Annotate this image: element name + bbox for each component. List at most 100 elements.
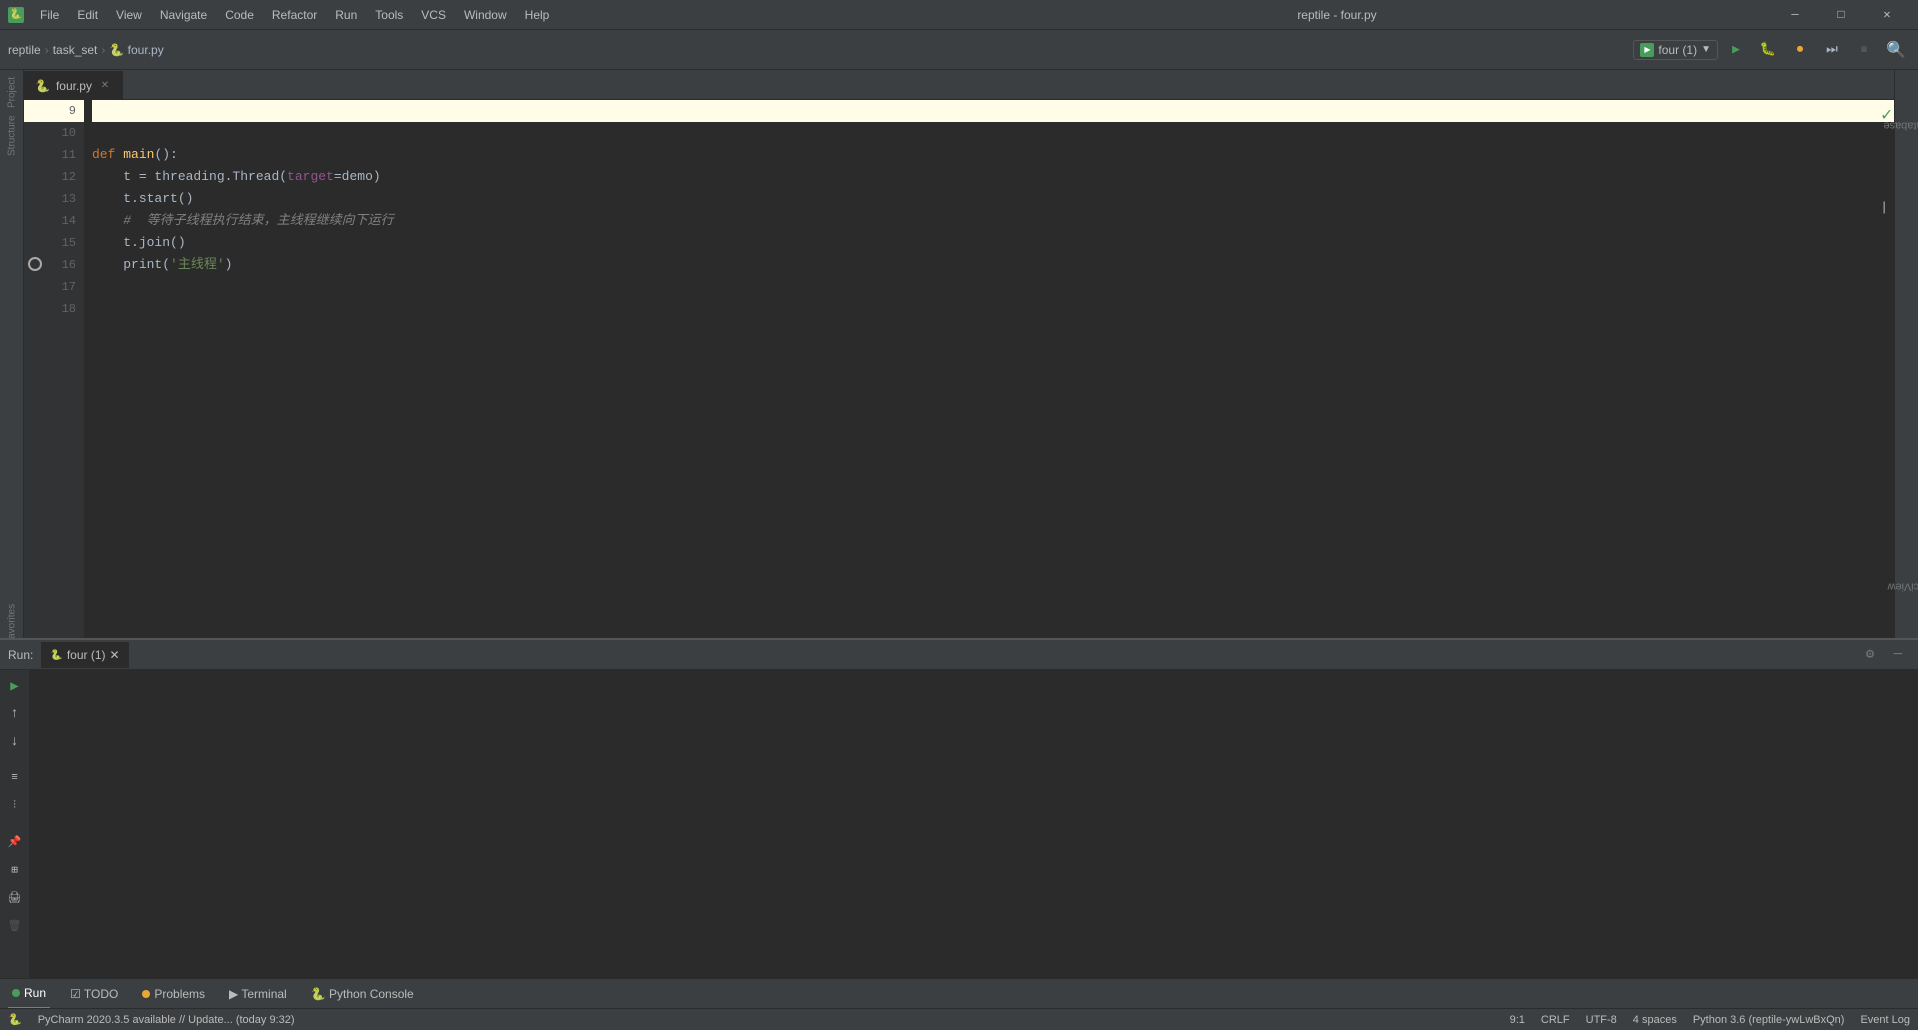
status-right-items: 9:1 CRLF UTF-8 4 spaces Python 3.6 (rept… <box>1510 1014 1910 1026</box>
code-line-12: t = threading.Thread(target=demo) <box>92 166 1894 188</box>
tab-close-button[interactable]: ✕ <box>98 79 112 93</box>
run-wrap-button[interactable]: ≡ <box>3 766 27 790</box>
editor-tab-bar: 🐍 four.py ✕ <box>24 70 1894 100</box>
menu-help[interactable]: Help <box>517 6 558 24</box>
close-button[interactable]: ✕ <box>1864 0 1910 30</box>
tab-python-icon: 🐍 <box>35 79 50 93</box>
run-scroll-down-button[interactable]: ↓ <box>3 730 27 754</box>
run-tab-icon: 🐍 <box>50 650 62 661</box>
run-scroll-up-button[interactable]: ↑ <box>3 702 27 726</box>
problems-dot-icon <box>142 990 150 998</box>
run-output-area <box>30 670 1918 978</box>
run-tab-label: four (1) <box>67 648 106 662</box>
status-position[interactable]: 9:1 <box>1510 1014 1525 1026</box>
code-line-9 <box>92 100 1894 122</box>
run-play-button[interactable]: ▶ <box>3 674 27 698</box>
run-settings-button[interactable]: ⚙ <box>1858 643 1882 667</box>
bottom-tab-problems[interactable]: Problems <box>138 979 209 1009</box>
profile-button[interactable]: ⏭ <box>1818 36 1846 64</box>
run-tab-controls: ⚙ ─ <box>1858 643 1910 667</box>
run-layout-button[interactable]: ⊞ <box>3 858 27 882</box>
bottom-tab-terminal[interactable]: ▶ Terminal <box>225 979 291 1009</box>
sidebar-project-icon[interactable]: Project <box>2 82 22 102</box>
window-controls: ─ □ ✕ <box>1772 0 1910 30</box>
menu-code[interactable]: Code <box>217 6 262 24</box>
run-dot-icon <box>12 989 20 997</box>
code-line-17 <box>92 276 1894 298</box>
search-everywhere-button[interactable]: 🔍 <box>1882 36 1910 64</box>
run-filter-button[interactable]: ⫶ <box>3 794 27 818</box>
run-tab-four[interactable]: 🐍 four (1) ✕ <box>41 642 128 668</box>
run-trash-button[interactable]: 🗑 <box>3 914 27 938</box>
debug-button[interactable]: 🐛 <box>1754 36 1782 64</box>
run-tab-close[interactable]: ✕ <box>110 648 120 662</box>
code-line-10 <box>92 122 1894 144</box>
code-line-16: print('主线程') <box>92 254 1894 276</box>
menu-edit[interactable]: Edit <box>69 6 106 24</box>
status-pycharm-icon: 🐍 <box>8 1013 22 1026</box>
gutter-line-14: 14 <box>24 210 84 232</box>
menu-navigate[interactable]: Navigate <box>152 6 215 24</box>
bottom-tab-run-label: Run <box>24 986 46 1000</box>
run-pin-button[interactable]: 📌 <box>3 830 27 854</box>
code-line-18 <box>92 298 1894 320</box>
menu-tools[interactable]: Tools <box>367 6 411 24</box>
breadcrumb-folder[interactable]: task_set <box>53 43 98 57</box>
status-interpreter[interactable]: Python 3.6 (reptile-ywLwBxQn) <box>1693 1014 1845 1026</box>
menu-bar: File Edit View Navigate Code Refactor Ru… <box>32 6 902 24</box>
menu-run[interactable]: Run <box>327 6 365 24</box>
gutter-line-10: 10 <box>24 122 84 144</box>
bottom-tab-todo[interactable]: ☑ TODO <box>66 979 122 1009</box>
gutter-line-18: 18 <box>24 298 84 320</box>
run-minimize-button[interactable]: ─ <box>1886 643 1910 667</box>
bottom-tab-python-console[interactable]: 🐍 Python Console <box>307 979 418 1009</box>
bottom-tab-terminal-label: ▶ Terminal <box>229 987 287 1001</box>
code-line-13: t.start() <box>92 188 1894 210</box>
gutter-line-15: 15 <box>24 232 84 254</box>
minimize-button[interactable]: ─ <box>1772 0 1818 30</box>
status-bar: 🐍 PyCharm 2020.3.5 available // Update..… <box>0 1008 1918 1030</box>
bottom-panel: Run: 🐍 four (1) ✕ ⚙ ─ ▶ ↑ ↓ ≡ ⫶ 📌 ⊞ 🖨 🗑 <box>0 638 1918 978</box>
sidebar-structure-icon[interactable]: Structure <box>2 126 22 146</box>
run-config-label: four (1) <box>1658 43 1697 57</box>
gutter-line-13: 13 <box>24 188 84 210</box>
status-event-log[interactable]: Event Log <box>1860 1014 1910 1026</box>
title-bar: 🐍 File Edit View Navigate Code Refactor … <box>0 0 1918 30</box>
gutter-line-11: 11 <box>24 144 84 166</box>
code-editor[interactable]: 9 10 11 12 13 14 15 16 17 18 <box>24 100 1894 638</box>
coverage-button[interactable]: ⏺ <box>1786 36 1814 64</box>
run-print-button[interactable]: 🖨 <box>3 886 27 910</box>
status-update-message[interactable]: PyCharm 2020.3.5 available // Update... … <box>38 1014 1494 1026</box>
gutter-line-16: 16 <box>24 254 84 276</box>
menu-window[interactable]: Window <box>456 6 515 24</box>
status-line-ending[interactable]: CRLF <box>1541 1014 1570 1026</box>
code-content-area[interactable]: def main(): t = threading.Thread(target=… <box>84 100 1894 638</box>
run-config-dropdown-icon: ▼ <box>1701 44 1711 55</box>
maximize-button[interactable]: □ <box>1818 0 1864 30</box>
bottom-tab-python-label: 🐍 Python Console <box>311 987 414 1001</box>
stop-button[interactable]: ⏹ <box>1850 36 1878 64</box>
run-button[interactable]: ▶ <box>1722 36 1750 64</box>
sciview-panel-label[interactable]: SciView <box>1879 579 1918 595</box>
bottom-tab-run[interactable]: Run <box>8 979 50 1009</box>
menu-file[interactable]: File <box>32 6 67 24</box>
menu-vcs[interactable]: VCS <box>413 6 454 24</box>
run-config-selector[interactable]: ▶ four (1) ▼ <box>1633 40 1718 60</box>
menu-view[interactable]: View <box>108 6 150 24</box>
status-indent[interactable]: 4 spaces <box>1633 1014 1677 1026</box>
database-panel-label[interactable]: Database <box>1875 118 1918 134</box>
status-encoding[interactable]: UTF-8 <box>1586 1014 1617 1026</box>
left-sidebar: Project Structure Favorites <box>0 70 24 638</box>
gutter-line-9: 9 <box>24 100 84 122</box>
bottom-tab-todo-label: ☑ TODO <box>70 987 118 1001</box>
run-content-area: ▶ ↑ ↓ ≡ ⫶ 📌 ⊞ 🖨 🗑 <box>0 670 1918 978</box>
bottom-tab-problems-label: Problems <box>154 987 205 1001</box>
sidebar-favorites-icon[interactable]: Favorites <box>2 614 22 634</box>
app-icon: 🐍 <box>8 7 24 23</box>
menu-refactor[interactable]: Refactor <box>264 6 325 24</box>
editor-tab-fourpy[interactable]: 🐍 four.py ✕ <box>24 71 123 99</box>
gutter-line-12: 12 <box>24 166 84 188</box>
breadcrumb-file[interactable]: 🐍 four.py <box>109 43 163 57</box>
text-cursor: | <box>1880 200 1888 215</box>
breadcrumb-project[interactable]: reptile <box>8 43 41 57</box>
